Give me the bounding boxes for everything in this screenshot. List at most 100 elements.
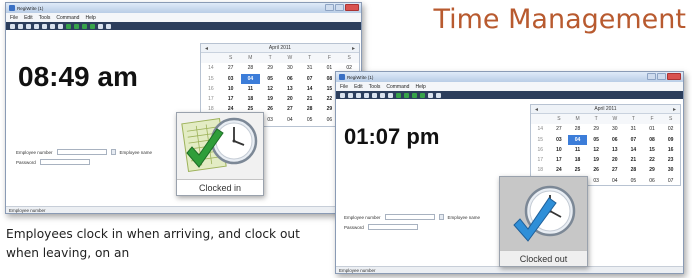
menu-tools[interactable]: Tools: [39, 15, 51, 21]
calendar-day[interactable]: 05: [587, 135, 606, 145]
calendar-day[interactable]: 05: [624, 176, 643, 186]
toolbar-button[interactable]: [436, 92, 441, 98]
calendar-day[interactable]: 16: [661, 145, 680, 155]
calendar-day[interactable]: 21: [624, 155, 643, 165]
toolbar-button[interactable]: [82, 23, 87, 29]
toolbar-button[interactable]: [388, 92, 393, 98]
calendar-prev-icon[interactable]: ◂: [205, 45, 208, 52]
toolbar-button[interactable]: [50, 23, 55, 29]
toolbar-button[interactable]: [340, 92, 345, 98]
toolbar-button[interactable]: [348, 92, 353, 98]
calendar-day[interactable]: 12: [587, 145, 606, 155]
calendar-day[interactable]: 02: [661, 124, 680, 134]
toolbar-button[interactable]: [10, 23, 15, 29]
menu-tools[interactable]: Tools: [369, 84, 381, 90]
calendar-day[interactable]: 08: [643, 135, 662, 145]
calendar-day[interactable]: 12: [260, 84, 280, 94]
toolbar-button[interactable]: [90, 23, 95, 29]
calendar-next-icon[interactable]: ▸: [673, 106, 676, 113]
calendar-day[interactable]: 06: [643, 176, 662, 186]
toolbar-button[interactable]: [58, 23, 63, 29]
toolbar-button[interactable]: [26, 23, 31, 29]
toolbar-button[interactable]: [74, 23, 79, 29]
calendar-day[interactable]: 20: [606, 155, 625, 165]
calendar-day[interactable]: 17: [550, 155, 569, 165]
calendar-day[interactable]: 13: [280, 84, 300, 94]
calendar-day[interactable]: 30: [661, 165, 680, 175]
calendar-day[interactable]: 31: [624, 124, 643, 134]
calendar-day[interactable]: 05: [260, 74, 280, 84]
calendar-day[interactable]: 31: [300, 63, 320, 73]
toolbar-button[interactable]: [412, 92, 417, 98]
toolbar-button[interactable]: [380, 92, 385, 98]
calendar-day[interactable]: 07: [624, 135, 643, 145]
toolbar-button[interactable]: [34, 23, 39, 29]
employee-number-field[interactable]: [384, 214, 435, 220]
calendar-day[interactable]: 30: [280, 63, 300, 73]
minimize-icon[interactable]: [647, 73, 656, 80]
calendar-day[interactable]: 04: [240, 73, 261, 84]
calendar-day[interactable]: 27: [280, 104, 300, 114]
toolbar-button[interactable]: [404, 92, 409, 98]
toolbar-button[interactable]: [356, 92, 361, 98]
calendar-day[interactable]: 29: [260, 63, 280, 73]
maximize-icon[interactable]: [335, 4, 344, 11]
calendar-day[interactable]: 26: [587, 165, 606, 175]
calendar-day[interactable]: 09: [661, 135, 680, 145]
calendar-day[interactable]: 03: [550, 135, 569, 145]
calendar-day[interactable]: 07: [661, 176, 680, 186]
password-field[interactable]: [367, 224, 418, 230]
calendar-day[interactable]: 22: [643, 155, 662, 165]
calendar-day[interactable]: 04: [606, 176, 625, 186]
menu-help[interactable]: Help: [415, 84, 425, 90]
password-field[interactable]: [39, 159, 90, 165]
toolbar-button[interactable]: [364, 92, 369, 98]
maximize-icon[interactable]: [657, 73, 666, 80]
toolbar-button[interactable]: [42, 23, 47, 29]
calendar-day[interactable]: 15: [643, 145, 662, 155]
calendar-day[interactable]: 28: [568, 124, 587, 134]
title-bar[interactable]: RegiWrite (1): [6, 3, 361, 13]
calendar-day[interactable]: 03: [221, 74, 241, 84]
calendar-day[interactable]: 21: [300, 94, 320, 104]
employee-dropdown[interactable]: [110, 149, 116, 155]
employee-dropdown[interactable]: [438, 214, 444, 220]
minimize-icon[interactable]: [325, 4, 334, 11]
calendar-day[interactable]: 03: [587, 176, 606, 186]
calendar-day[interactable]: 11: [568, 145, 587, 155]
calendar-day[interactable]: 18: [568, 155, 587, 165]
calendar-day[interactable]: 20: [280, 94, 300, 104]
toolbar-button[interactable]: [106, 23, 111, 29]
calendar-day[interactable]: 28: [241, 63, 261, 73]
menu-edit[interactable]: Edit: [24, 15, 33, 21]
calendar-day[interactable]: 01: [643, 124, 662, 134]
calendar-day[interactable]: 17: [221, 94, 241, 104]
toolbar-button[interactable]: [372, 92, 377, 98]
calendar-day[interactable]: 05: [300, 115, 320, 125]
title-bar[interactable]: RegiWrite (1): [336, 72, 683, 82]
toolbar-button[interactable]: [18, 23, 23, 29]
calendar-day[interactable]: 10: [550, 145, 569, 155]
calendar-day[interactable]: 30: [606, 124, 625, 134]
calendar-day[interactable]: 18: [241, 94, 261, 104]
calendar-day[interactable]: 11: [241, 84, 261, 94]
toolbar-button[interactable]: [66, 23, 71, 29]
calendar-day[interactable]: 19: [587, 155, 606, 165]
menu-command[interactable]: Command: [56, 15, 79, 21]
calendar-day[interactable]: 19: [260, 94, 280, 104]
calendar-day[interactable]: 29: [587, 124, 606, 134]
menu-edit[interactable]: Edit: [354, 84, 363, 90]
calendar-day[interactable]: 14: [300, 84, 320, 94]
calendar-day[interactable]: 14: [624, 145, 643, 155]
calendar-day[interactable]: 27: [606, 165, 625, 175]
calendar-day[interactable]: 27: [221, 63, 241, 73]
menu-command[interactable]: Command: [386, 84, 409, 90]
calendar-day[interactable]: 24: [550, 165, 569, 175]
calendar-next-icon[interactable]: ▸: [352, 45, 355, 52]
toolbar-button[interactable]: [98, 23, 103, 29]
menu-file[interactable]: File: [10, 15, 18, 21]
employee-number-field[interactable]: [56, 149, 107, 155]
calendar-day[interactable]: 28: [300, 104, 320, 114]
calendar-day[interactable]: 06: [606, 135, 625, 145]
close-icon[interactable]: [345, 4, 359, 11]
